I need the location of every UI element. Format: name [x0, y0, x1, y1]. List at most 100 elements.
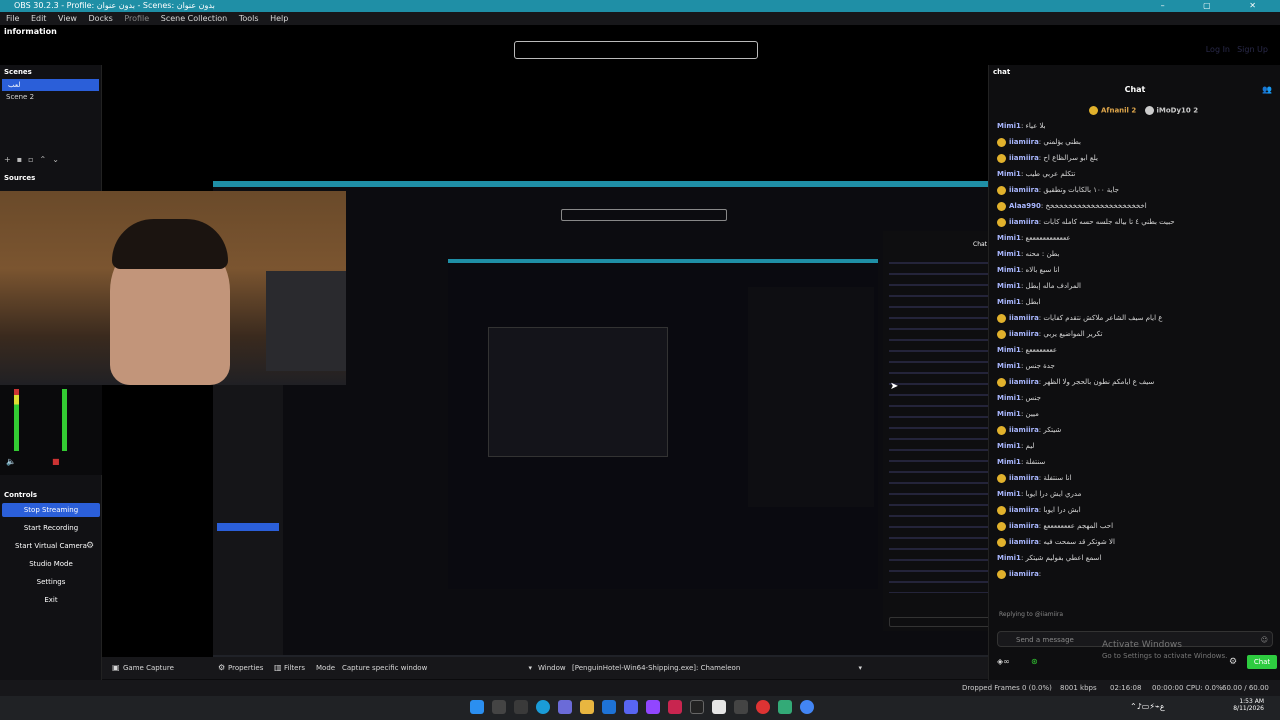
chat-message-list[interactable]: Mimi1: بلا عياء iiamiira: بطني يؤلمني iiam…: [989, 119, 1280, 619]
window-controls[interactable]: – ▢ ✕: [1161, 0, 1274, 12]
chat-username[interactable]: iiamiira: [1009, 154, 1039, 162]
chat-message[interactable]: Mimi1: ععععععععع: [997, 343, 1273, 357]
app-icon[interactable]: [778, 700, 792, 714]
chat-message[interactable]: iiamiira: جاية ١٠٠ بالكابات وتطقيق: [997, 183, 1273, 197]
chat-message[interactable]: Mimi1: انا سبع بالاه: [997, 263, 1273, 277]
chat-username[interactable]: Mimi1: [997, 122, 1021, 130]
obs-icon[interactable]: [690, 700, 704, 714]
menu-view[interactable]: View: [58, 12, 77, 25]
app-icon[interactable]: [668, 700, 682, 714]
edge-icon[interactable]: [536, 700, 550, 714]
properties-icon[interactable]: ⚙: [218, 657, 225, 679]
start-icon[interactable]: [470, 700, 484, 714]
speaker-icon[interactable]: 🔈: [6, 457, 16, 466]
app-icon[interactable]: [734, 700, 748, 714]
scene-item-1[interactable]: لعب: [2, 79, 99, 91]
chat-username[interactable]: Mimi1: [997, 458, 1021, 466]
chrome-icon[interactable]: [800, 700, 814, 714]
chat-username[interactable]: Mimi1: [997, 346, 1021, 354]
menu-profile[interactable]: Profile: [124, 12, 149, 25]
chat-message[interactable]: iiamiira: سيف ع ايامكم نطون بالحجر ولا ا…: [997, 375, 1273, 389]
chat-message[interactable]: Mimi1: ععععععععععععع: [997, 231, 1273, 245]
chat-username[interactable]: iiamiira: [1009, 474, 1039, 482]
chat-username[interactable]: iiamiira: [1009, 314, 1039, 322]
chat-message[interactable]: Alaa990: اخخخخخخخخخخخخخخخخخخخخخخ: [997, 199, 1273, 213]
chat-username[interactable]: Mimi1: [997, 442, 1021, 450]
chat-username[interactable]: Mimi1: [997, 410, 1021, 418]
chat-message[interactable]: iiamiira: شيتكر: [997, 423, 1273, 437]
chat-message[interactable]: iiamiira: ابش درا ايوبا: [997, 503, 1273, 517]
login-link[interactable]: Log In: [1206, 45, 1230, 54]
chat-message[interactable]: Mimi1: اسمع اعطي بفوليم شيتكر: [997, 551, 1273, 565]
chat-message[interactable]: iiamiira: انا سنتفلة: [997, 471, 1273, 485]
twitch-icon[interactable]: [646, 700, 660, 714]
chat-username[interactable]: Mimi1: [997, 250, 1021, 258]
add-icon[interactable]: +: [4, 155, 17, 164]
filter-icon[interactable]: ▫: [28, 155, 39, 164]
chat-username[interactable]: iiamiira: [1009, 218, 1039, 226]
menu-docks[interactable]: Docks: [89, 12, 113, 25]
window-select[interactable]: [PenguinHotel-Win64-Shipping.exe]: Chame…: [570, 661, 864, 675]
chat-message[interactable]: iiamiira: ع ايام سيف الشاعر ملاكش نتقدم …: [997, 311, 1273, 325]
chat-username[interactable]: Mimi1: [997, 298, 1021, 306]
stop-streaming-button[interactable]: Stop Streaming: [2, 503, 100, 517]
studio-mode-button[interactable]: Studio Mode: [2, 557, 100, 571]
chat-message[interactable]: iiamiira: احب المهجم ععععععععع: [997, 519, 1273, 533]
teams-icon[interactable]: [558, 700, 572, 714]
tray-icons[interactable]: ⌃♪▭⚡⌁ع: [1130, 702, 1165, 711]
chat-message[interactable]: iiamiira: بطني يؤلمني: [997, 135, 1273, 149]
menu-help[interactable]: Help: [270, 12, 288, 25]
filters-button[interactable]: Filters: [284, 657, 305, 679]
menu-edit[interactable]: Edit: [31, 12, 47, 25]
filters-icon[interactable]: ▥: [274, 657, 282, 679]
settings-button[interactable]: Settings: [2, 575, 100, 589]
up-icon[interactable]: ⌃: [40, 155, 53, 164]
chat-message[interactable]: Mimi1: ميين: [997, 407, 1273, 421]
chat-username[interactable]: Alaa990: [1009, 202, 1041, 210]
exit-button[interactable]: Exit: [2, 593, 100, 607]
users-icon[interactable]: 👥: [1262, 85, 1272, 94]
chat-message[interactable]: Mimi1: بطن : محنه: [997, 247, 1273, 261]
chat-username[interactable]: iiamiira: [1009, 506, 1039, 514]
chat-message[interactable]: Mimi1: جنس: [997, 391, 1273, 405]
chat-username[interactable]: iiamiira: [1009, 426, 1039, 434]
chat-message[interactable]: iiamiira: الا شوتكر قد سمحت فيه: [997, 535, 1273, 549]
chat-message[interactable]: Mimi1: المرادف ماله إبطل: [997, 279, 1273, 293]
gear-icon[interactable]: ⚙: [86, 541, 94, 551]
chat-message[interactable]: iiamiira: يلع ابو سرالظاع اح: [997, 151, 1273, 165]
chat-username[interactable]: Mimi1: [997, 170, 1021, 178]
signup-link[interactable]: Sign Up: [1237, 45, 1268, 54]
down-icon[interactable]: ⌄: [52, 155, 65, 164]
chat-username[interactable]: iiamiira: [1009, 522, 1039, 530]
chat-message[interactable]: iiamiira: تكرير المواضيع يربي: [997, 327, 1273, 341]
chat-message[interactable]: Mimi1: جدة جنس: [997, 359, 1273, 373]
chat-username[interactable]: Mimi1: [997, 394, 1021, 402]
chat-username[interactable]: iiamiira: [1009, 330, 1039, 338]
app-icon[interactable]: [712, 700, 726, 714]
chat-username[interactable]: Mimi1: [997, 490, 1021, 498]
chat-message[interactable]: Mimi1: ابطل: [997, 295, 1273, 309]
chat-message[interactable]: Mimi1: ليم: [997, 439, 1273, 453]
chat-username[interactable]: iiamiira: [1009, 538, 1039, 546]
clock[interactable]: 1:53 AM 8/11/2026: [1216, 698, 1264, 712]
chat-message[interactable]: Mimi1: تتكلم عربي طيب: [997, 167, 1273, 181]
chat-message[interactable]: Mimi1: مدري ايش درا ايوبا: [997, 487, 1273, 501]
discord-icon[interactable]: [624, 700, 638, 714]
file-explorer-icon[interactable]: [580, 700, 594, 714]
chat-username[interactable]: iiamiira: [1009, 138, 1039, 146]
start-recording-button[interactable]: Start Recording: [2, 521, 100, 535]
task-view-icon[interactable]: [492, 700, 506, 714]
chat-message[interactable]: Mimi1: سنتفلة: [997, 455, 1273, 469]
emoji-icon[interactable]: ☺: [1261, 632, 1268, 648]
chat-username[interactable]: Mimi1: [997, 266, 1021, 274]
chat-username[interactable]: Mimi1: [997, 282, 1021, 290]
information-search-box[interactable]: [514, 41, 758, 59]
properties-button[interactable]: Properties: [228, 657, 263, 679]
chat-username[interactable]: iiamiira: [1009, 570, 1039, 578]
chat-message[interactable]: iiamiira: حبيت بطني ٤ تا بياله جلسه حسه …: [997, 215, 1273, 229]
widgets-icon[interactable]: [514, 700, 528, 714]
chat-settings-icon[interactable]: ⚙: [1229, 657, 1237, 667]
store-icon[interactable]: [602, 700, 616, 714]
chat-send-button[interactable]: Chat: [1247, 655, 1277, 669]
chat-username[interactable]: Mimi1: [997, 362, 1021, 370]
